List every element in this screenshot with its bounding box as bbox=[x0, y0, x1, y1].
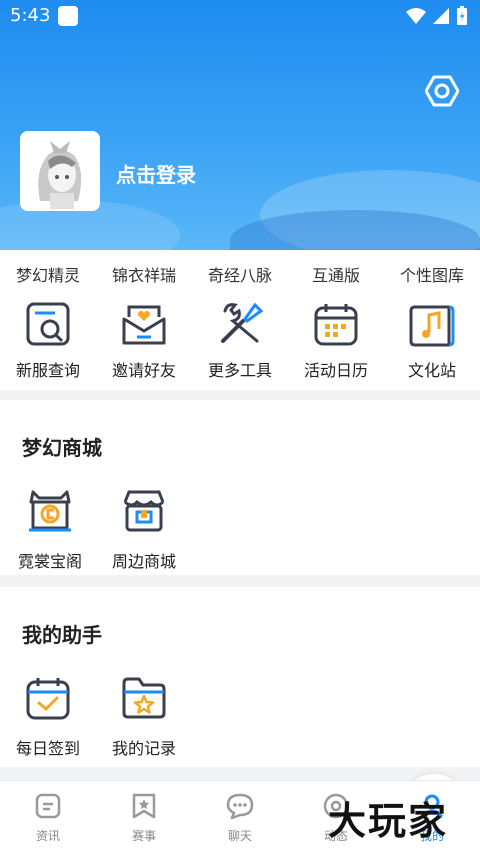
assistant-item-records[interactable]: 我的记录 bbox=[104, 675, 184, 759]
shortcut-item[interactable]: 锦衣祥瑞 bbox=[96, 262, 192, 286]
status-bar: 5:43 bbox=[0, 0, 480, 32]
notification-icon bbox=[58, 6, 78, 26]
mall-item-store[interactable]: 周边商城 bbox=[104, 488, 184, 572]
assistant-section: 我的助手 每日签到 我的记录 bbox=[0, 587, 480, 767]
section-title: 梦幻商城 bbox=[22, 436, 102, 460]
invite-envelope-icon bbox=[122, 305, 166, 345]
nav-label: 赛事 bbox=[131, 829, 156, 843]
bookmark-star-icon bbox=[132, 793, 156, 819]
tool-label: 更多工具 bbox=[207, 361, 272, 380]
profile-header: 5:43 点击登录 bbox=[0, 0, 480, 250]
tool-culture[interactable]: 文化站 bbox=[384, 301, 480, 381]
tool-label: 文化站 bbox=[407, 361, 456, 380]
tool-invite[interactable]: 邀请好友 bbox=[96, 301, 192, 381]
tool-calendar[interactable]: 活动日历 bbox=[288, 301, 384, 381]
tool-more-tools[interactable]: 更多工具 bbox=[192, 301, 288, 381]
mall-item-label: 霓裳宝阁 bbox=[17, 552, 82, 571]
battery-icon bbox=[457, 6, 467, 25]
mall-item-label: 周边商城 bbox=[111, 552, 176, 571]
search-server-icon bbox=[26, 302, 70, 346]
tool-label: 邀请好友 bbox=[111, 361, 176, 380]
tool-new-server[interactable]: 新服查询 bbox=[0, 301, 96, 381]
assistant-item-label: 每日签到 bbox=[15, 739, 80, 758]
mall-section: 梦幻商城 霓裳宝阁 周边商城 bbox=[0, 400, 480, 575]
music-scroll-icon bbox=[409, 305, 455, 347]
watermark: 大玩家 bbox=[328, 798, 449, 843]
login-button[interactable]: 点击登录 bbox=[116, 159, 196, 188]
news-icon bbox=[35, 793, 61, 819]
shortcut-item[interactable]: 个性图库 bbox=[384, 262, 480, 286]
mall-item-treasure[interactable]: 霓裳宝阁 bbox=[10, 488, 90, 572]
wifi-icon bbox=[406, 8, 426, 24]
shortcut-item[interactable]: 奇经八脉 bbox=[192, 262, 288, 286]
section-title: 我的助手 bbox=[22, 623, 102, 647]
assistant-item-checkin[interactable]: 每日签到 bbox=[8, 675, 88, 759]
nav-news[interactable]: 资讯 bbox=[0, 793, 96, 844]
nav-chat[interactable]: 聊天 bbox=[192, 793, 288, 844]
nav-events[interactable]: 赛事 bbox=[96, 793, 192, 844]
avatar[interactable] bbox=[20, 131, 100, 211]
shortcut-item[interactable]: 梦幻精灵 bbox=[0, 262, 96, 286]
assistant-item-label: 我的记录 bbox=[111, 739, 176, 758]
nav-label: 聊天 bbox=[227, 829, 252, 843]
calendar-icon bbox=[314, 304, 358, 346]
tool-label: 新服查询 bbox=[15, 361, 80, 380]
shortcut-text-row: 梦幻精灵 锦衣祥瑞 奇经八脉 互通版 个性图库 bbox=[0, 262, 480, 286]
tool-label: 活动日历 bbox=[303, 361, 368, 380]
settings-icon[interactable] bbox=[425, 74, 459, 108]
treasure-shop-icon bbox=[29, 490, 71, 532]
calendar-check-icon bbox=[26, 678, 70, 720]
chat-icon bbox=[226, 793, 254, 820]
tools-icon bbox=[221, 302, 263, 343]
default-avatar-icon bbox=[20, 131, 100, 211]
signal-icon bbox=[433, 8, 449, 24]
store-icon bbox=[123, 490, 165, 532]
shortcut-item[interactable]: 互通版 bbox=[288, 262, 384, 286]
folder-star-icon bbox=[122, 677, 166, 719]
nav-label: 资讯 bbox=[35, 829, 60, 843]
status-time: 5:43 bbox=[10, 5, 51, 26]
system-icons bbox=[406, 6, 468, 26]
